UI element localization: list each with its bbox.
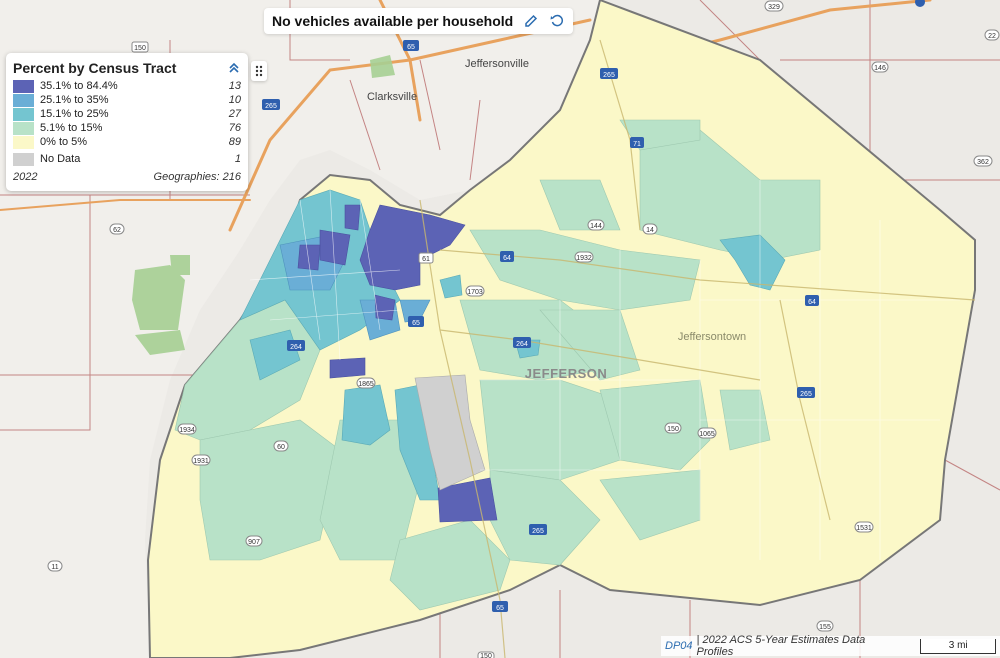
legend-swatch xyxy=(13,79,34,93)
legend-swatch xyxy=(13,93,34,107)
svg-text:1934: 1934 xyxy=(179,427,195,434)
chevron-up-double-icon[interactable] xyxy=(227,61,241,75)
legend-row: 5.1% to 15% 76 xyxy=(13,121,241,135)
svg-text:150: 150 xyxy=(667,426,679,433)
place-label-clarksville: Clarksville xyxy=(367,91,417,103)
legend-row: 0% to 5% 89 xyxy=(13,135,241,149)
legend-row: 15.1% to 25% 27 xyxy=(13,107,241,121)
legend-label: 0% to 5% xyxy=(40,136,88,148)
legend-count: 76 xyxy=(228,122,241,134)
source-bar: DP04 | 2022 ACS 5-Year Estimates Data Pr… xyxy=(661,634,1000,658)
svg-text:64: 64 xyxy=(808,299,816,306)
legend-count: 27 xyxy=(228,108,241,120)
legend-rows: 35.1% to 84.4% 13 25.1% to 35% 10 15.1% … xyxy=(13,79,241,166)
svg-text:264: 264 xyxy=(290,344,302,351)
legend-row: 25.1% to 35% 10 xyxy=(13,93,241,107)
svg-text:65: 65 xyxy=(412,320,420,327)
svg-text:1932: 1932 xyxy=(576,255,592,262)
svg-text:265: 265 xyxy=(532,528,544,535)
svg-text:155: 155 xyxy=(819,624,831,631)
legend-year: 2022 xyxy=(13,171,38,183)
scale-bar: 3 mi xyxy=(920,638,996,654)
legend-geographies: Geographies: 216 xyxy=(153,171,241,183)
svg-text:1865: 1865 xyxy=(358,381,374,388)
reset-icon[interactable] xyxy=(549,13,565,29)
legend-panel: Percent by Census Tract 35.1% to 84.4% 1… xyxy=(6,53,248,191)
svg-text:65: 65 xyxy=(407,44,415,51)
svg-text:11: 11 xyxy=(51,564,58,571)
legend-count: 10 xyxy=(228,94,241,106)
legend-label: No Data xyxy=(40,153,81,165)
svg-text:329: 329 xyxy=(768,4,780,11)
county-label: JEFFERSON xyxy=(525,366,608,381)
place-label-jeffersonville: Jeffersonville xyxy=(465,58,529,70)
svg-text:60: 60 xyxy=(277,444,285,451)
legend-count: 89 xyxy=(228,136,241,148)
legend-label: 15.1% to 25% xyxy=(40,108,109,120)
svg-text:1531: 1531 xyxy=(856,525,872,532)
drag-handle-icon[interactable] xyxy=(251,61,267,81)
svg-text:265: 265 xyxy=(800,391,812,398)
svg-text:144: 144 xyxy=(590,223,602,230)
svg-text:1931: 1931 xyxy=(193,458,209,465)
legend-row-nodata: No Data 1 xyxy=(13,152,241,166)
svg-text:362: 362 xyxy=(977,159,989,166)
svg-text:265: 265 xyxy=(265,103,277,110)
svg-text:61: 61 xyxy=(422,256,430,263)
svg-text:264: 264 xyxy=(516,341,528,348)
svg-text:62: 62 xyxy=(113,227,121,234)
legend-row: 35.1% to 84.4% 13 xyxy=(13,79,241,93)
road-shield-150: 150 xyxy=(134,45,146,52)
legend-swatch xyxy=(13,107,34,121)
legend-count: 1 xyxy=(234,153,241,165)
svg-text:64: 64 xyxy=(503,255,511,262)
legend-title: Percent by Census Tract xyxy=(13,60,177,76)
legend-label: 25.1% to 35% xyxy=(40,94,109,106)
legend-label: 5.1% to 15% xyxy=(40,122,103,134)
svg-text:150: 150 xyxy=(480,653,492,658)
place-label-jeffersontown: Jeffersontown xyxy=(678,331,746,343)
source-text: | 2022 ACS 5-Year Estimates Data Profile… xyxy=(696,634,866,658)
svg-text:14: 14 xyxy=(646,227,654,234)
legend-swatch xyxy=(13,121,34,135)
svg-text:71: 71 xyxy=(633,141,641,148)
svg-text:265: 265 xyxy=(603,72,615,79)
legend-swatch xyxy=(13,152,34,166)
legend-count: 13 xyxy=(228,80,241,92)
svg-text:22: 22 xyxy=(988,33,996,40)
legend-swatch xyxy=(13,135,34,149)
pencil-icon[interactable] xyxy=(523,13,539,29)
svg-text:907: 907 xyxy=(248,539,260,546)
map-title-bar: No vehicles available per household xyxy=(264,8,574,34)
legend-footer: 2022 Geographies: 216 xyxy=(13,171,241,183)
legend-label: 35.1% to 84.4% xyxy=(40,80,118,92)
svg-text:1703: 1703 xyxy=(467,289,483,296)
map-title: No vehicles available per household xyxy=(272,13,514,29)
svg-text:1065: 1065 xyxy=(699,431,715,438)
svg-text:146: 146 xyxy=(874,65,886,72)
svg-text:65: 65 xyxy=(496,605,504,612)
source-link[interactable]: DP04 xyxy=(665,640,693,652)
